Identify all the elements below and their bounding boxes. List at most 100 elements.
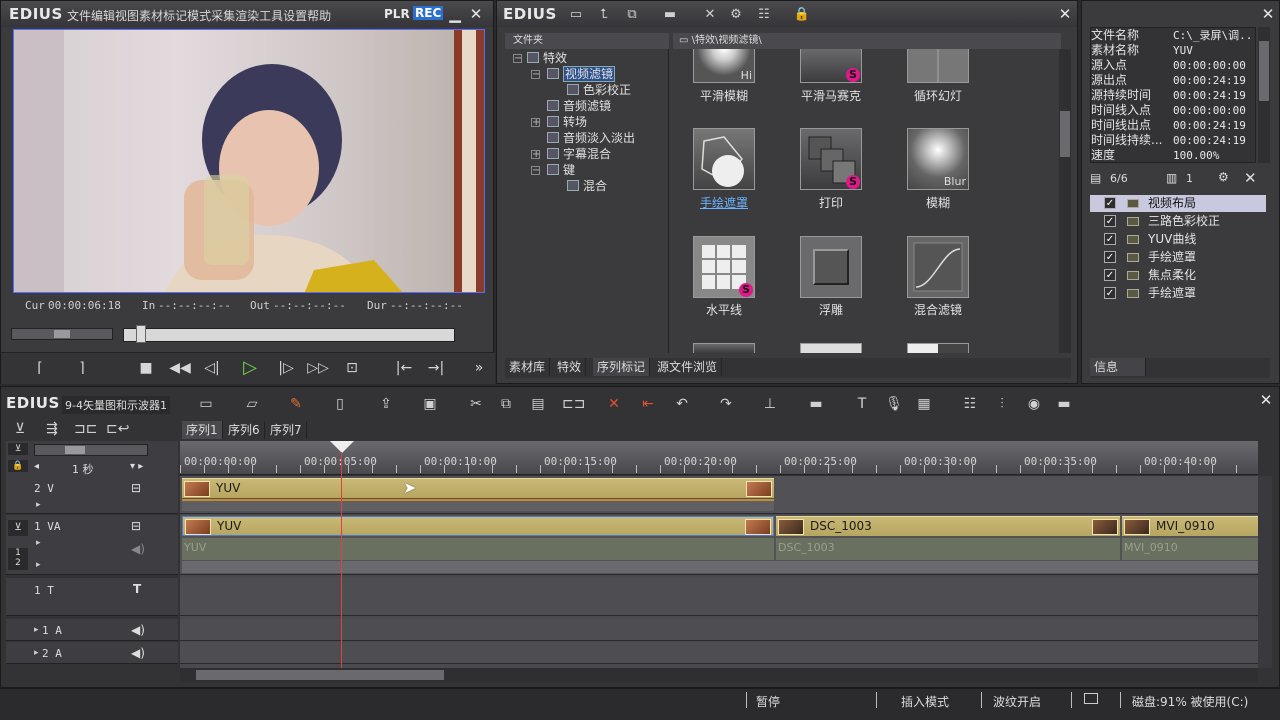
menu-view[interactable]: 视图 (115, 7, 139, 24)
track-tool-icon-1[interactable]: ⊻ (10, 419, 30, 439)
track-header-2v[interactable] (6, 476, 178, 514)
effect-tile-partial-2[interactable] (800, 343, 862, 353)
zoom-dropdown-icon[interactable]: ▾ ▸ (130, 461, 143, 472)
step-back-icon[interactable]: ◁| (197, 355, 227, 381)
track-tool-icon-4[interactable]: ⊏↩ (106, 419, 129, 439)
tree-item-audio-filters[interactable]: 音频滤镜 (547, 98, 611, 114)
title-track-icon[interactable]: T (133, 582, 141, 596)
effect-tile-smooth-mosaic[interactable]: S (800, 49, 862, 83)
delete-icon[interactable]: ✕ (604, 394, 624, 414)
new-folder-icon[interactable]: ⧉ (621, 5, 643, 25)
effects-scrollbar[interactable] (1059, 49, 1071, 353)
scroll-thumb[interactable] (1259, 41, 1269, 101)
effect-tile-hand-drawn-mask[interactable] (693, 128, 755, 190)
track-header-1va[interactable] (6, 515, 178, 575)
timeline-hscrollbar[interactable] (180, 668, 1258, 682)
pen-icon[interactable]: ✎ (286, 394, 306, 414)
timeline-close-icon[interactable]: ✕ (1258, 392, 1274, 408)
tree-collapse-keys[interactable]: − (531, 166, 540, 176)
scrub-bar[interactable] (123, 325, 455, 343)
grid-icon[interactable]: ☷ (960, 394, 980, 414)
redo-icon[interactable]: ↷ (716, 394, 736, 414)
title-icon[interactable]: T (852, 394, 872, 414)
clip-2v-yuv[interactable]: YUV (182, 478, 774, 498)
effect-tile-smooth-blur[interactable]: Hi (693, 49, 755, 83)
new-sequence-icon[interactable]: ▭ (196, 394, 216, 414)
effect-item[interactable]: ✓ 手绘遮罩 (1090, 249, 1266, 266)
props-scrollbar[interactable] (1258, 27, 1270, 163)
trim-icon[interactable]: ▬ (806, 394, 826, 414)
effect-tile-partial-3[interactable] (907, 343, 969, 353)
effect-item[interactable]: ✓ YUV曲线 (1090, 231, 1266, 248)
tree-item-keys[interactable]: 键 (547, 162, 575, 178)
clip-1va-mvi0910[interactable]: MVI_0910 (1122, 516, 1258, 536)
ripple-delete-icon[interactable]: ⇤ (638, 394, 658, 414)
close-icon[interactable]: ✕ (468, 6, 484, 22)
shuttle-handle[interactable] (54, 330, 70, 338)
stop-icon[interactable]: ■ (131, 355, 161, 381)
zoom-scale[interactable]: 1 秒 (72, 461, 94, 477)
cut-icon[interactable]: ✂ (466, 394, 486, 414)
view-icon[interactable]: ☷ (753, 5, 775, 25)
status-ripple[interactable]: 波纹开启 (993, 693, 1041, 710)
display-icon[interactable] (1084, 693, 1098, 704)
paste-icon[interactable]: ▤ (528, 394, 548, 414)
track-expand-icon[interactable]: ▸ (34, 625, 39, 635)
checkbox[interactable]: ✓ (1104, 287, 1116, 299)
tab-info[interactable]: 信息 (1090, 358, 1146, 376)
track-expand-icon[interactable]: ▸ (36, 500, 41, 510)
mixer-icon[interactable]: ⫶ (992, 394, 1012, 414)
menu-capture[interactable]: 采集 (211, 7, 235, 24)
file-icon[interactable]: ▯ (330, 394, 350, 414)
tree-item-title-mixer[interactable]: 字幕混合 (547, 146, 611, 162)
layout-icon[interactable]: ▬ (1054, 394, 1074, 414)
effect-tile-print[interactable]: S (800, 128, 862, 190)
effect-tile-partial-1[interactable] (693, 343, 755, 353)
zoom-handle[interactable] (65, 446, 85, 454)
more-icon[interactable]: » (469, 355, 489, 381)
render-icon[interactable]: ▦ (914, 394, 934, 414)
tab-bin[interactable]: 素材库 (505, 358, 551, 376)
audio-clip-dsc1003[interactable]: DSC_1003 (776, 538, 1120, 560)
lock-icon[interactable]: 🔒 (8, 460, 28, 472)
effect-tile-blend-filter[interactable] (907, 236, 969, 298)
properties-icon[interactable]: ⚙ (725, 5, 747, 25)
undo-icon[interactable]: ↶ (672, 394, 692, 414)
track-header-2a[interactable] (6, 642, 178, 664)
split-icon[interactable]: ⊥ (760, 394, 780, 414)
track-tool-icon-2[interactable]: ⇶ (42, 419, 62, 439)
track-expand-icon[interactable]: ▸ (34, 648, 39, 658)
track-expand-icon[interactable]: ▸ (36, 560, 41, 570)
go-out-icon[interactable]: →| (421, 355, 451, 381)
menu-help[interactable]: 帮助 (307, 7, 331, 24)
hscroll-thumb[interactable] (196, 670, 444, 680)
effect-item[interactable]: ✓ 三路色彩校正 (1090, 213, 1266, 230)
save-icon[interactable]: ▣ (420, 394, 440, 414)
tree-expand-transitions[interactable]: + (531, 118, 540, 128)
export-icon[interactable]: ⇪ (376, 394, 396, 414)
tree-collapse-video-filters[interactable]: − (531, 70, 540, 80)
tab-sequence-7[interactable]: 序列7 (266, 421, 307, 439)
open-icon[interactable]: ▱ (242, 394, 262, 414)
tab-sequence-1[interactable]: 序列1 (182, 421, 223, 439)
tab-source-browser[interactable]: 源文件浏览 (653, 358, 723, 376)
track-scroll-column[interactable] (1258, 476, 1272, 668)
go-in-icon[interactable]: |← (389, 355, 419, 381)
rec-button[interactable]: REC (413, 6, 444, 20)
audio-clip-yuv[interactable]: YUV (182, 538, 774, 560)
audio-patch-icon[interactable]: 1 2 (8, 548, 28, 570)
tab-sequence-markers[interactable]: 序列标记 (593, 358, 651, 376)
track-expand-icon[interactable]: ▸ (36, 538, 41, 548)
tree-expand-title-mixer[interactable]: + (531, 150, 540, 160)
mic-icon[interactable]: 🎙 (884, 394, 904, 414)
tree-collapse-effects[interactable]: − (513, 54, 522, 64)
tree-item-video-filters[interactable]: 视频滤镜 (547, 66, 616, 82)
menu-file[interactable]: 文件 (67, 7, 91, 24)
color-icon[interactable]: ◉ (1024, 394, 1044, 414)
tree-item-effects[interactable]: 特效 (527, 50, 567, 66)
set-in-icon[interactable]: ⌈ (25, 355, 55, 381)
effect-tile-loop-slide[interactable] (907, 49, 969, 83)
tab-sequence-6[interactable]: 序列6 (224, 421, 265, 439)
checkbox[interactable]: ✓ (1104, 233, 1116, 245)
minimize-icon[interactable]: ▁ (447, 6, 463, 22)
